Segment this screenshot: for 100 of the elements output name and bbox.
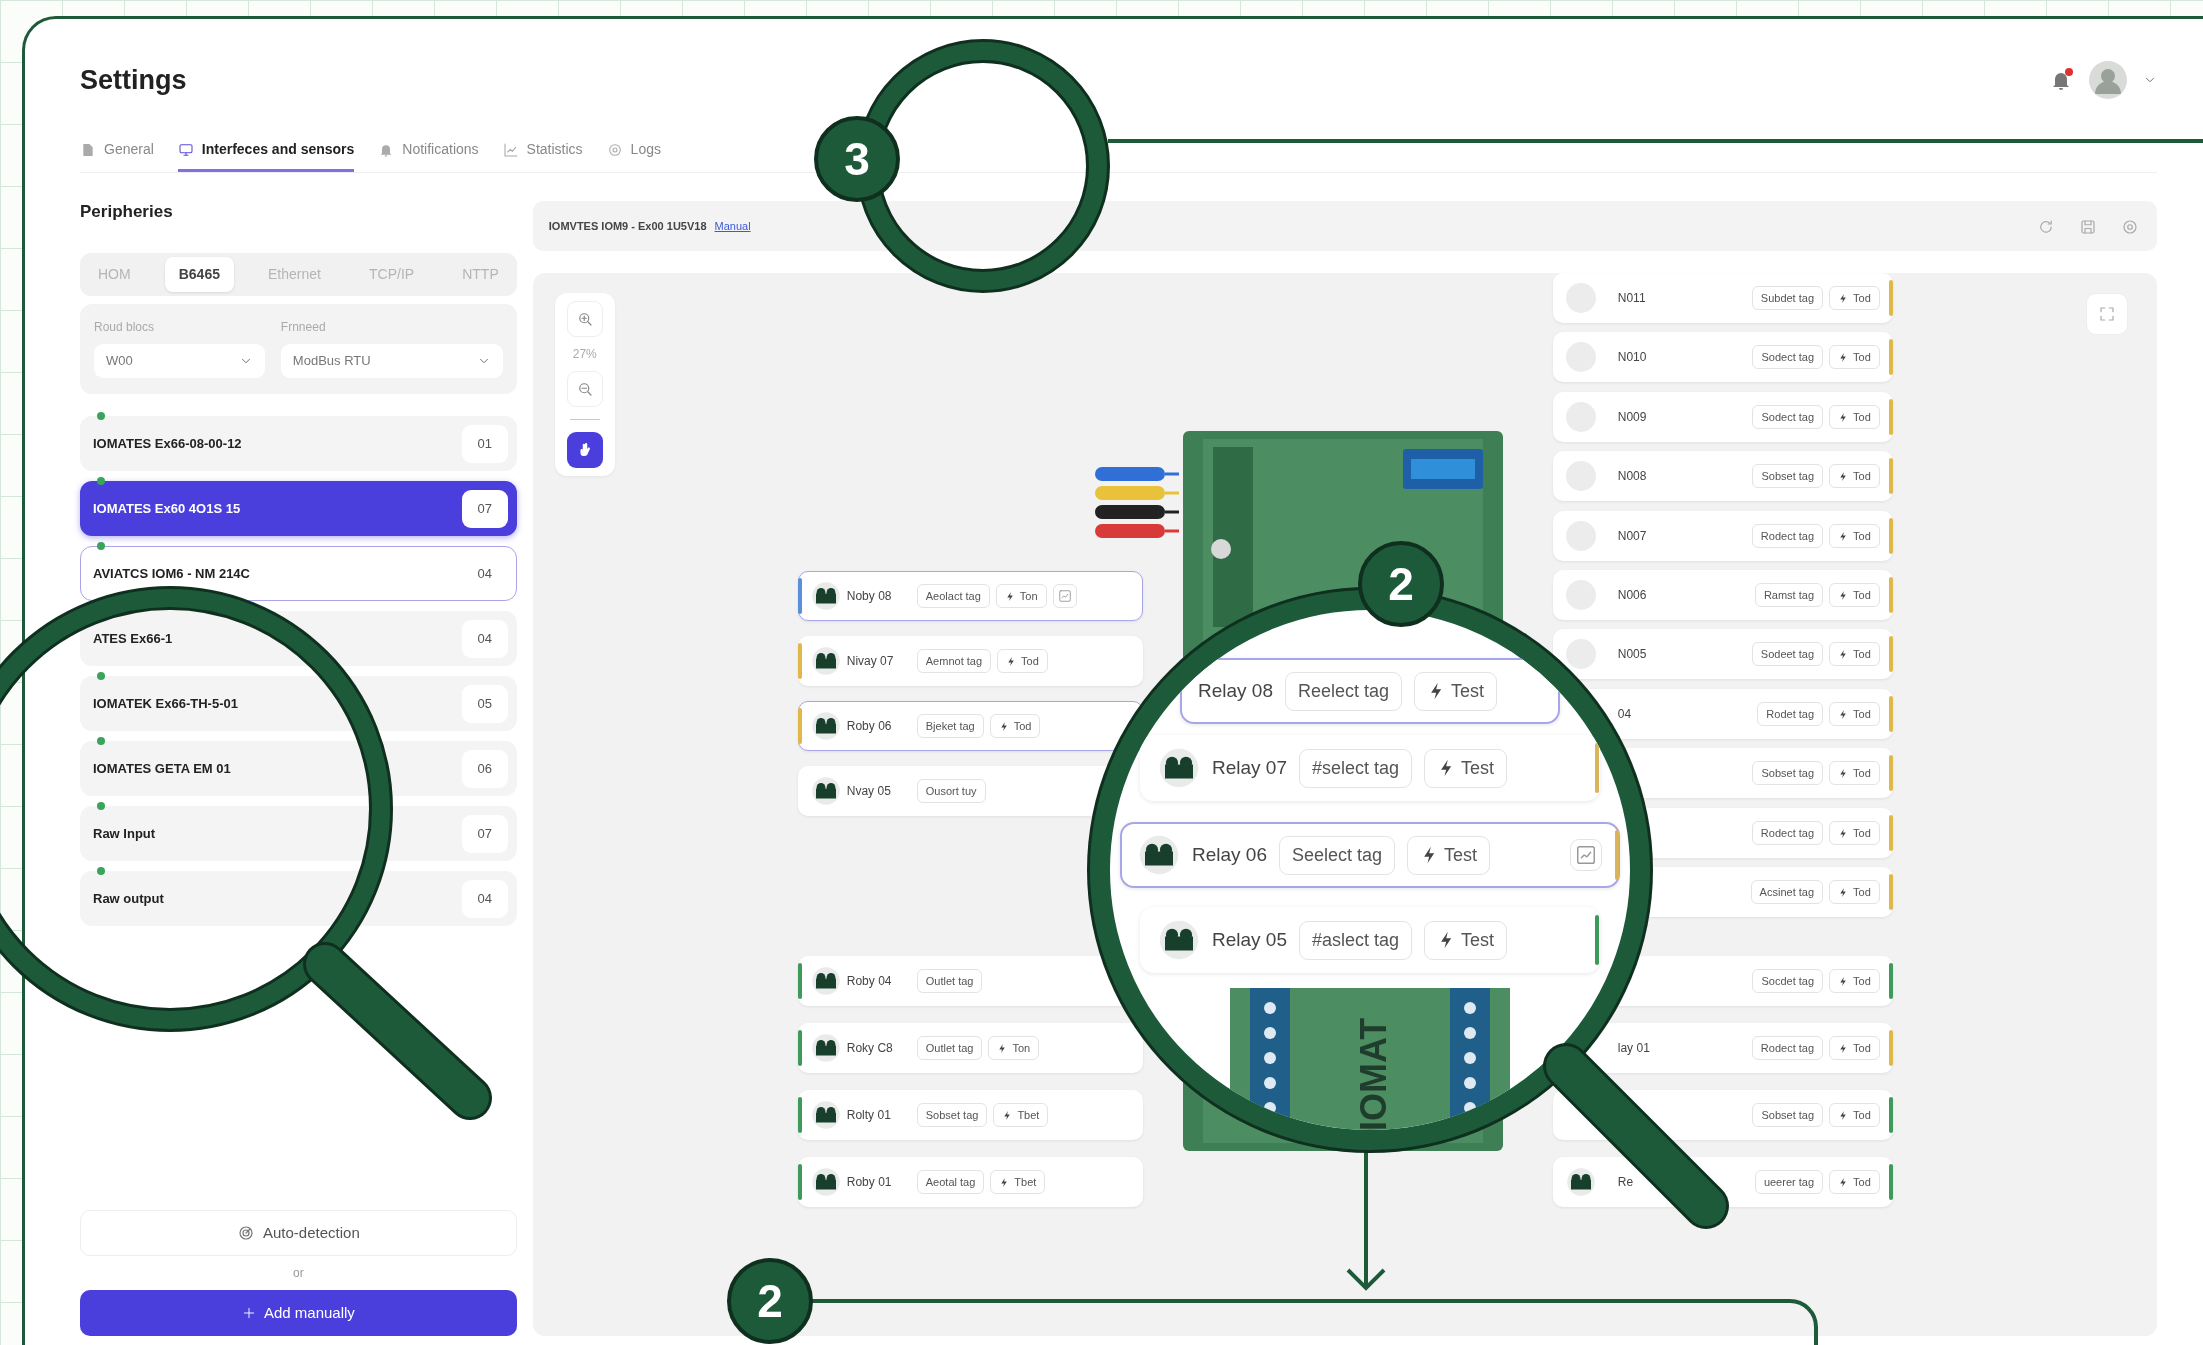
device-title: IOMVTES IOM9 - Ex00 1U5V18	[548, 218, 707, 234]
component-icon	[1138, 834, 1180, 876]
test-button[interactable]: Tod	[1829, 344, 1880, 370]
fit-view-button[interactable]	[2085, 293, 2128, 335]
line-chart-icon	[502, 141, 519, 158]
chart-icon	[1575, 844, 1597, 866]
device-brand-text: IOMAT	[1353, 1017, 1394, 1130]
select-tag-button[interactable]: Aemnot tag	[916, 648, 992, 674]
test-button[interactable]: Tod	[1829, 701, 1880, 727]
select-tag-button[interactable]: Sobset tag	[1752, 760, 1824, 786]
select-tag-button[interactable]: #select tag	[1299, 748, 1413, 788]
tab[interactable]: Interfeces and sensors	[177, 129, 355, 172]
relay-name: Relay 05	[1212, 927, 1287, 952]
test-button[interactable]: Tod	[1829, 879, 1880, 905]
add-manually-button[interactable]: Add manually	[80, 1290, 517, 1336]
test-button[interactable]: Tod	[1829, 285, 1880, 311]
test-button[interactable]: Tod	[1829, 523, 1880, 549]
select-tag-button[interactable]: Socdet tag	[1752, 968, 1824, 994]
test-button[interactable]: Test	[1407, 835, 1491, 875]
component-icon	[810, 1100, 841, 1130]
tab[interactable]: General	[80, 129, 154, 172]
test-button[interactable]: Tod	[1829, 463, 1880, 489]
component-icon	[810, 776, 841, 806]
separator-text: or	[293, 1265, 304, 1282]
relay-name: N007	[1617, 528, 1648, 545]
select-tag-button[interactable]: ueerer tag	[1754, 1169, 1824, 1195]
select-tag-button[interactable]: Acsinet tag	[1750, 879, 1824, 905]
chart-button[interactable]	[1052, 584, 1077, 608]
document-icon	[80, 141, 96, 158]
test-button[interactable]: Ton	[995, 583, 1047, 609]
relay-name: Rolty 01	[846, 1107, 892, 1124]
select-tag-button[interactable]: Rodect tag	[1751, 523, 1824, 549]
avatar[interactable]	[2089, 61, 2127, 99]
select-field[interactable]: ModBus RTU	[280, 344, 503, 378]
test-button[interactable]: Tbet	[990, 1169, 1046, 1195]
test-button[interactable]: Tod	[1829, 582, 1880, 608]
select-tag-button[interactable]: Sobset tag	[1752, 1102, 1824, 1128]
settings-icon	[2121, 217, 2139, 236]
tab[interactable]: Statistics	[502, 129, 583, 172]
test-button[interactable]: Test	[1424, 748, 1508, 788]
select-tag-button[interactable]: Ramst tag	[1754, 582, 1824, 608]
relay-name: Relay 06	[1192, 842, 1267, 867]
zoom-out-button[interactable]	[566, 371, 603, 407]
test-button[interactable]: Test	[1424, 920, 1508, 960]
zoom-in-button[interactable]	[566, 301, 603, 337]
manual-link[interactable]: Manual	[714, 217, 751, 235]
pan-button[interactable]	[566, 432, 603, 468]
select-tag-button[interactable]: Seelect tag	[1279, 835, 1396, 875]
select-tag-button[interactable]: Reelect tag	[1285, 671, 1403, 711]
test-button[interactable]: Tod	[1829, 1035, 1880, 1061]
relay-name: Nvay 05	[846, 783, 892, 800]
select-tag-button[interactable]: Outlet tag	[916, 968, 983, 994]
select-tag-button[interactable]: #aslect tag	[1299, 920, 1413, 960]
test-button[interactable]: Tod	[1829, 820, 1880, 846]
test-button[interactable]: Tod	[1829, 760, 1880, 786]
test-button[interactable]: Tod	[1829, 968, 1880, 994]
test-button[interactable]: Ton	[988, 1035, 1040, 1061]
relay-name: Roky C8	[846, 1040, 894, 1057]
relay-name: N005	[1617, 646, 1648, 663]
segment-tab[interactable]: B6465	[164, 257, 234, 292]
select-tag-button[interactable]: Sobset tag	[916, 1102, 988, 1128]
device-number: 04	[461, 619, 508, 658]
device-number: 05	[461, 684, 508, 723]
settings-icon	[606, 141, 623, 158]
relay-name: Roby 06	[846, 718, 893, 735]
select-tag-button[interactable]: Outlet tag	[916, 1035, 983, 1061]
test-button[interactable]: Tod	[1829, 1169, 1880, 1195]
select-tag-button[interactable]: Ousort tuy	[916, 778, 986, 804]
select-tag-button[interactable]: Sodect tag	[1752, 404, 1824, 430]
select-tag-button[interactable]: Sobset tag	[1752, 463, 1824, 489]
select-tag-button[interactable]: Sodect tag	[1752, 344, 1824, 370]
device-name: Raw output	[93, 889, 164, 908]
test-button[interactable]: Tod	[1829, 1102, 1880, 1128]
select-tag-button[interactable]: Bjeket tag	[916, 713, 984, 739]
status-dot	[97, 542, 105, 550]
select-tag-button[interactable]: Sodeet tag	[1751, 641, 1824, 667]
relay-name: 04	[1617, 706, 1633, 723]
select-tag-button[interactable]: Subdet tag	[1751, 285, 1824, 311]
auto-detection-button[interactable]: Auto-detection	[80, 1210, 517, 1256]
component-icon	[810, 646, 841, 676]
select-tag-button[interactable]: Rodect tag	[1751, 820, 1824, 846]
select-field[interactable]: W00	[94, 344, 265, 378]
select-tag-button[interactable]: Aeolact tag	[916, 583, 990, 609]
tab[interactable]: Notifications	[378, 129, 479, 172]
test-button[interactable]: Test	[1414, 671, 1498, 711]
select-tag-button[interactable]: Rodet tag	[1757, 701, 1824, 727]
zoom-level: 27%	[572, 346, 597, 363]
relay-name: N009	[1617, 409, 1648, 426]
component-icon	[810, 966, 841, 996]
relay-name: Relay 07	[1212, 755, 1287, 780]
test-button[interactable]: Tod	[1829, 404, 1880, 430]
test-button[interactable]: Tod	[1829, 641, 1880, 667]
test-button[interactable]: Tod	[989, 713, 1041, 739]
select-tag-button[interactable]: Aeotal tag	[916, 1169, 985, 1195]
tab[interactable]: Logs	[606, 129, 661, 172]
select-tag-button[interactable]: Rodect tag	[1751, 1035, 1824, 1061]
relay-name: N010	[1617, 349, 1648, 366]
test-button[interactable]: Tod	[997, 648, 1048, 674]
test-button[interactable]: Tbet	[993, 1102, 1049, 1128]
chart-button[interactable]	[1570, 839, 1602, 871]
